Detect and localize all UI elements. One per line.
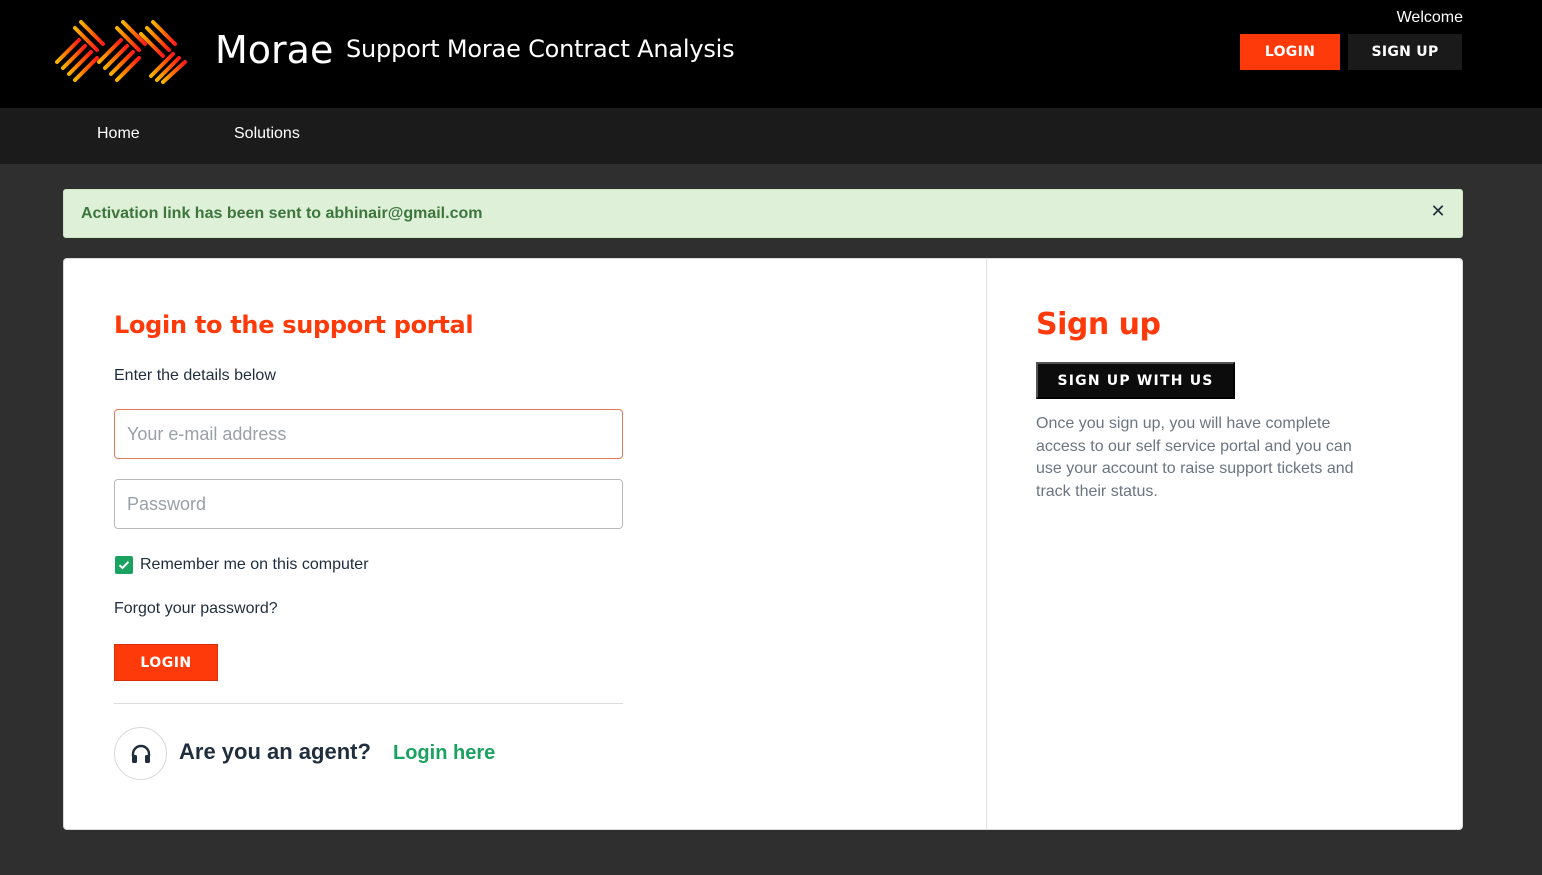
remember-me-option[interactable]: Remember me on this computer xyxy=(115,555,369,575)
login-divider xyxy=(114,703,623,704)
site-header: Morae Support Morae Contract Analysis We… xyxy=(0,0,1542,108)
morae-logo-icon[interactable] xyxy=(55,18,189,84)
agent-login-link[interactable]: Login here xyxy=(393,739,495,767)
welcome-text: Welcome xyxy=(1396,9,1463,26)
activation-alert: Activation link has been sent to abhinai… xyxy=(63,189,1463,238)
headset-icon xyxy=(131,744,150,763)
remember-label: Remember me on this computer xyxy=(140,556,369,573)
close-icon[interactable]: ✕ xyxy=(1428,200,1448,222)
header-login-button[interactable]: LOGIN xyxy=(1240,34,1340,70)
signup-description: Once you sign up, you will have complete… xyxy=(1036,415,1354,500)
signup-heading: Sign up xyxy=(1036,307,1161,342)
brand-name[interactable]: Morae xyxy=(215,26,333,74)
checkmark-icon xyxy=(118,561,130,570)
main-nav: Home Solutions xyxy=(0,108,1542,164)
agent-icon-circle xyxy=(114,727,167,780)
email-field[interactable] xyxy=(114,409,623,459)
forgot-password-link[interactable]: Forgot your password? xyxy=(114,599,278,619)
signup-with-us-button[interactable]: SIGN UP WITH US xyxy=(1036,362,1235,399)
nav-item-solutions[interactable]: Solutions xyxy=(234,124,300,144)
header-signup-button[interactable]: SIGN UP xyxy=(1348,34,1462,70)
remember-checkbox[interactable] xyxy=(115,556,133,574)
portal-title: Support Morae Contract Analysis xyxy=(346,35,735,63)
login-heading: Login to the support portal xyxy=(114,311,474,339)
agent-question: Are you an agent? xyxy=(179,739,371,764)
alert-message: Activation link has been sent to abhinai… xyxy=(81,205,483,222)
auth-card: Login to the support portal Enter the de… xyxy=(63,258,1463,830)
nav-item-home[interactable]: Home xyxy=(97,124,140,144)
password-field[interactable] xyxy=(114,479,623,529)
column-divider xyxy=(986,259,987,829)
login-button[interactable]: LOGIN xyxy=(114,644,218,681)
login-subheading: Enter the details below xyxy=(114,367,276,384)
